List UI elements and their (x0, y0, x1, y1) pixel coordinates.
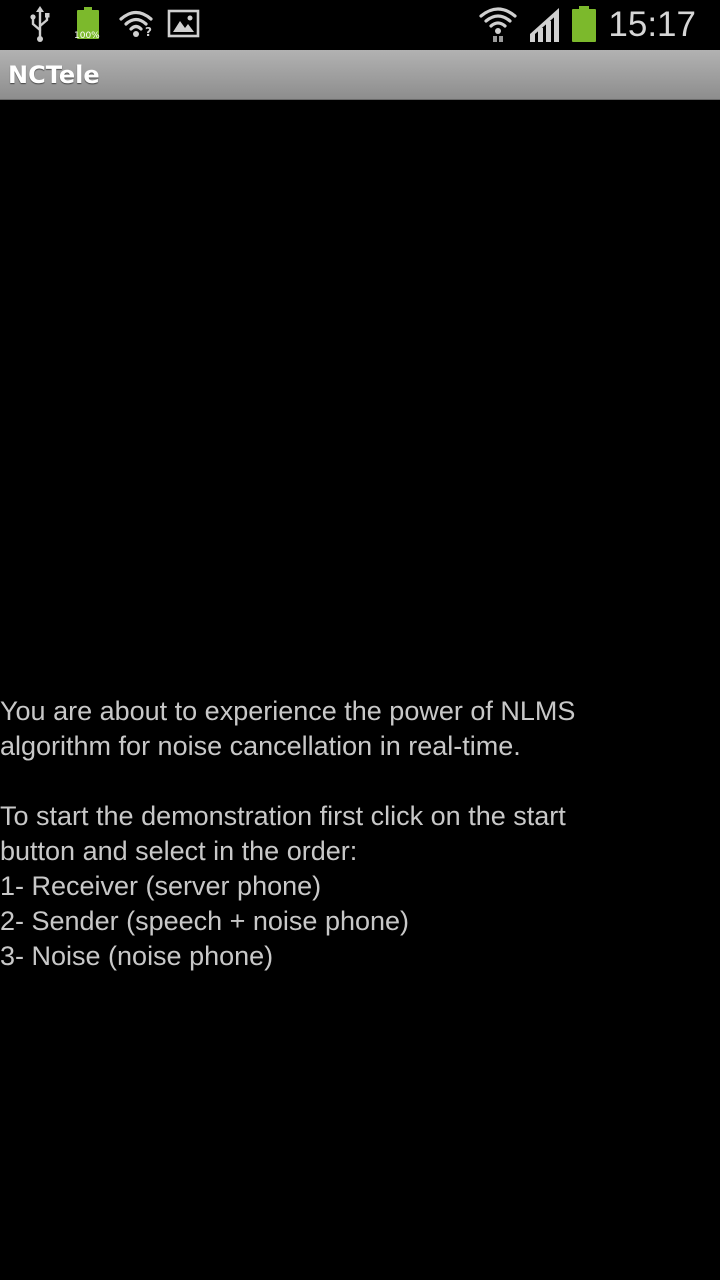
step-item-receiver: 1- Receiver (server phone) (0, 871, 322, 901)
app-title-bar: NCTele (0, 50, 720, 100)
instructions-text: You are about to experience the power of… (0, 694, 716, 974)
instruction-line: button and select in the order: (0, 836, 358, 866)
wifi-notification-icon: ? (119, 10, 153, 39)
clock: 15:17 (608, 5, 696, 44)
svg-text:?: ? (145, 25, 152, 39)
status-bar: 100% ? 15:17 (0, 0, 720, 50)
instruction-line: To start the demonstration first click o… (0, 801, 566, 831)
step-item-sender: 2- Sender (speech + noise phone) (0, 906, 410, 936)
step-item-noise: 3- Noise (noise phone) (0, 941, 274, 971)
app-title: NCTele (8, 61, 100, 89)
intro-line: algorithm for noise cancellation in real… (0, 731, 521, 761)
gallery-icon (167, 9, 200, 38)
battery-icon (572, 6, 596, 42)
intro-line: You are about to experience the power of… (0, 696, 576, 726)
cell-signal-icon (530, 8, 559, 42)
main-content: You are about to experience the power of… (0, 100, 720, 1280)
usb-icon (30, 6, 50, 42)
battery-percent-label: 100% (74, 31, 100, 41)
battery-charging-icon (77, 7, 99, 39)
wifi-signal-icon (479, 7, 517, 42)
